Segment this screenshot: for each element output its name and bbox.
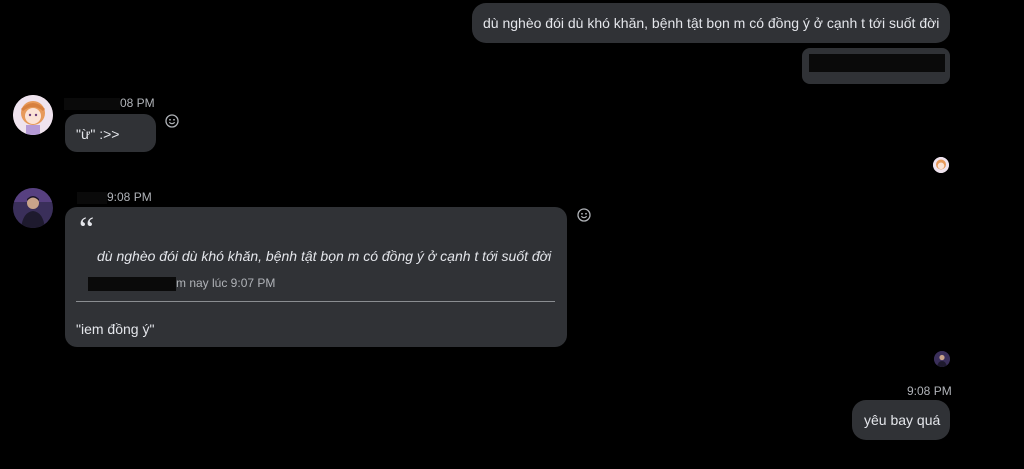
redacted-block <box>809 54 945 72</box>
reply-message-bubble[interactable]: “ dù nghèo đói dù khó khăn, bệnh tật bọn… <box>65 207 567 347</box>
person-avatar-icon <box>934 351 950 367</box>
outgoing-message-bubble[interactable]: dù nghèo đói dù khó khăn, bệnh tật bọn m… <box>472 3 950 43</box>
contact-avatar[interactable] <box>13 188 53 228</box>
incoming-message-bubble[interactable]: "ừ" :>> <box>65 114 156 152</box>
smiley-face-icon[interactable] <box>577 208 591 222</box>
smiley-face-icon[interactable] <box>165 114 179 128</box>
redacted-name <box>64 97 120 110</box>
contact-avatar[interactable] <box>13 95 53 135</box>
quote-meta: m nay lúc 9:07 PM <box>88 274 275 292</box>
message-timestamp: 9:08 PM <box>77 190 152 204</box>
chat-window: dù nghèo đói dù khó khăn, bệnh tật bọn m… <box>0 0 1024 469</box>
redacted-name <box>88 276 176 291</box>
message-timestamp: 9:08 PM <box>907 384 952 398</box>
redacted-attachment <box>802 48 950 84</box>
quote-mark-icon: “ <box>79 211 95 248</box>
reply-text: "iem đồng ý" <box>76 321 155 337</box>
seen-indicator-avatar <box>933 157 949 173</box>
message-timestamp: 08 PM <box>64 96 155 110</box>
anime-girl-avatar-icon <box>13 95 53 135</box>
quote-divider <box>76 301 555 302</box>
outgoing-message-bubble[interactable]: yêu bay quá <box>852 400 950 440</box>
person-avatar-icon <box>13 188 53 228</box>
message-text: yêu bay quá <box>864 412 941 428</box>
message-text: "ừ" :>> <box>76 126 120 142</box>
anime-girl-avatar-icon <box>933 157 949 173</box>
redacted-name <box>77 191 107 204</box>
quoted-message-text: dù nghèo đói dù khó khăn, bệnh tật bọn m… <box>97 248 552 264</box>
message-text: dù nghèo đói dù khó khăn, bệnh tật bọn m… <box>483 15 940 31</box>
seen-indicator-avatar <box>934 351 950 367</box>
